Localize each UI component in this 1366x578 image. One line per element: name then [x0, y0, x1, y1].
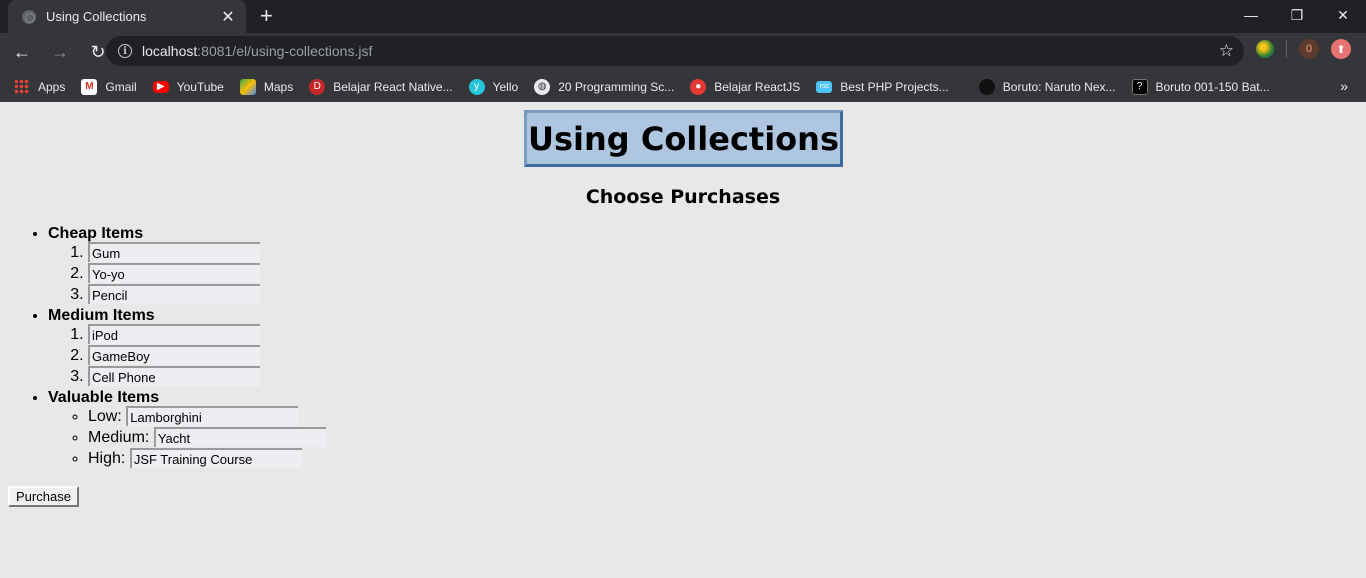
category-valuable: Valuable Items Low: Medium: High:: [48, 388, 326, 470]
site-info-icon[interactable]: i: [118, 44, 132, 58]
yello-icon: y: [468, 78, 485, 95]
purchase-button[interactable]: Purchase: [8, 486, 79, 507]
globe-icon: ◍: [534, 78, 551, 95]
book-icon: ?: [1131, 78, 1148, 95]
bookmark-boruto-naruto[interactable]: Boruto: Naruto Nex...: [978, 78, 1116, 95]
page-title: Using Collections: [528, 119, 839, 158]
category-cheap: Cheap Items: [48, 224, 326, 306]
list-item: [88, 263, 326, 285]
minimize-button[interactable]: —: [1228, 0, 1274, 30]
category-list: Cheap Items Medium Items Valuable Items …: [8, 224, 326, 470]
category-medium: Medium Items: [48, 306, 326, 388]
boruto-icon: [978, 78, 995, 95]
youtube-icon: ▶: [152, 80, 169, 93]
extensions-area: 0 ⬆: [1256, 39, 1351, 59]
php-icon: rsc: [816, 80, 833, 93]
list-item: [88, 366, 326, 388]
medium-label: Medium:: [88, 429, 150, 446]
bookmarks-bar: Apps M Gmail ▶ YouTube Maps D Belajar React…: [0, 71, 1366, 102]
page-title-box: Using Collections: [524, 110, 843, 167]
maps-icon: [239, 78, 256, 95]
high-label: High:: [88, 450, 126, 467]
bookmark-belajar-reactjs[interactable]: ● Belajar ReactJS: [690, 78, 801, 95]
bookmark-label: Belajar ReactJS: [714, 79, 801, 94]
bookmark-label: Boruto 001-150 Bat...: [1155, 79, 1270, 94]
extension-icon[interactable]: [1256, 40, 1274, 58]
back-button[interactable]: ←: [6, 36, 38, 68]
close-window-button[interactable]: ✕: [1320, 0, 1366, 30]
bookmark-label: Maps: [263, 79, 294, 94]
tab-title: Using Collections: [46, 9, 147, 24]
bookmark-star-icon[interactable]: ☆: [1219, 41, 1234, 61]
valuable-items-list: Low: Medium: High:: [48, 406, 326, 470]
bookmark-boruto-001[interactable]: ? Boruto 001-150 Bat...: [1131, 78, 1270, 95]
bookmark-label: Apps: [38, 79, 66, 94]
medium-item-2-field[interactable]: [88, 345, 260, 365]
list-item: [88, 242, 326, 264]
bookmark-label: Belajar React Native...: [333, 79, 453, 94]
list-item: Low:: [88, 406, 326, 428]
cheap-item-2-field[interactable]: [88, 263, 260, 283]
list-item: [88, 284, 326, 306]
bookmark-20-programming[interactable]: ◍ 20 Programming Sc...: [534, 78, 675, 95]
browser-toolbar: ← → ↻ i localhost:8081/el/using-collecti…: [0, 33, 1366, 71]
forward-button[interactable]: →: [44, 36, 76, 68]
bookmark-gmail[interactable]: M Gmail: [81, 78, 137, 95]
category-label: Cheap Items: [48, 225, 144, 242]
section-heading: Choose Purchases: [585, 186, 781, 208]
page-content: Using Collections Choose Purchases Cheap…: [0, 102, 1366, 577]
valuable-high-field[interactable]: [129, 448, 302, 468]
globe-icon: [22, 9, 36, 24]
bookmark-apps[interactable]: Apps: [14, 78, 66, 95]
bookmarks-overflow-icon[interactable]: »: [1340, 78, 1348, 94]
bookmark-label: 20 Programming Sc...: [558, 79, 675, 94]
apps-icon: [14, 78, 30, 95]
low-label: Low:: [88, 408, 122, 425]
bookmark-belajar-react-native[interactable]: D Belajar React Native...: [309, 78, 453, 95]
valuable-medium-field[interactable]: [153, 427, 326, 447]
browser-tab[interactable]: Using Collections ✕: [8, 0, 246, 33]
address-bar[interactable]: i localhost:8081/el/using-collections.js…: [106, 36, 1244, 66]
close-tab-icon[interactable]: ✕: [220, 7, 236, 27]
reactjs-icon: ●: [690, 78, 707, 95]
cheap-item-3-field[interactable]: [88, 284, 260, 304]
tab-strip: Using Collections ✕ + — ❐ ✕: [0, 0, 1366, 33]
medium-items-list: [48, 324, 326, 388]
window-controls: — ❐ ✕: [1228, 0, 1366, 33]
new-tab-button[interactable]: +: [260, 5, 273, 27]
cheap-item-1-field[interactable]: [88, 242, 260, 262]
maximize-button[interactable]: ❐: [1274, 0, 1320, 30]
toolbar-divider: [1286, 40, 1287, 58]
bookmark-label: Boruto: Naruto Nex...: [1002, 79, 1116, 94]
cheap-items-list: [48, 242, 326, 306]
bookmark-maps[interactable]: Maps: [239, 78, 294, 95]
bookmark-label: YouTube: [176, 79, 224, 94]
category-label: Valuable Items: [48, 389, 160, 406]
bookmark-label: Best PHP Projects...: [840, 79, 949, 94]
gmail-icon: M: [81, 78, 98, 95]
list-item: [88, 324, 326, 346]
bookmark-label: Yello: [492, 79, 519, 94]
bookmark-yello[interactable]: y Yello: [468, 78, 519, 95]
medium-item-3-field[interactable]: [88, 366, 260, 386]
list-item: High:: [88, 448, 326, 470]
profile-avatar[interactable]: ⬆: [1331, 39, 1351, 59]
bookmark-best-php[interactable]: rsc Best PHP Projects...: [816, 80, 949, 94]
extension-badge-icon[interactable]: 0: [1299, 39, 1319, 59]
bookmark-youtube[interactable]: ▶ YouTube: [152, 79, 224, 94]
list-item: Medium:: [88, 427, 326, 449]
url-path: :8081/el/using-collections.jsf: [197, 43, 373, 59]
bookmark-label: Gmail: [105, 79, 137, 94]
list-item: [88, 345, 326, 367]
category-label: Medium Items: [48, 307, 155, 324]
medium-item-1-field[interactable]: [88, 324, 260, 344]
valuable-low-field[interactable]: [126, 406, 299, 426]
url-host: localhost: [142, 43, 198, 59]
belajar-react-native-icon: D: [309, 78, 326, 95]
